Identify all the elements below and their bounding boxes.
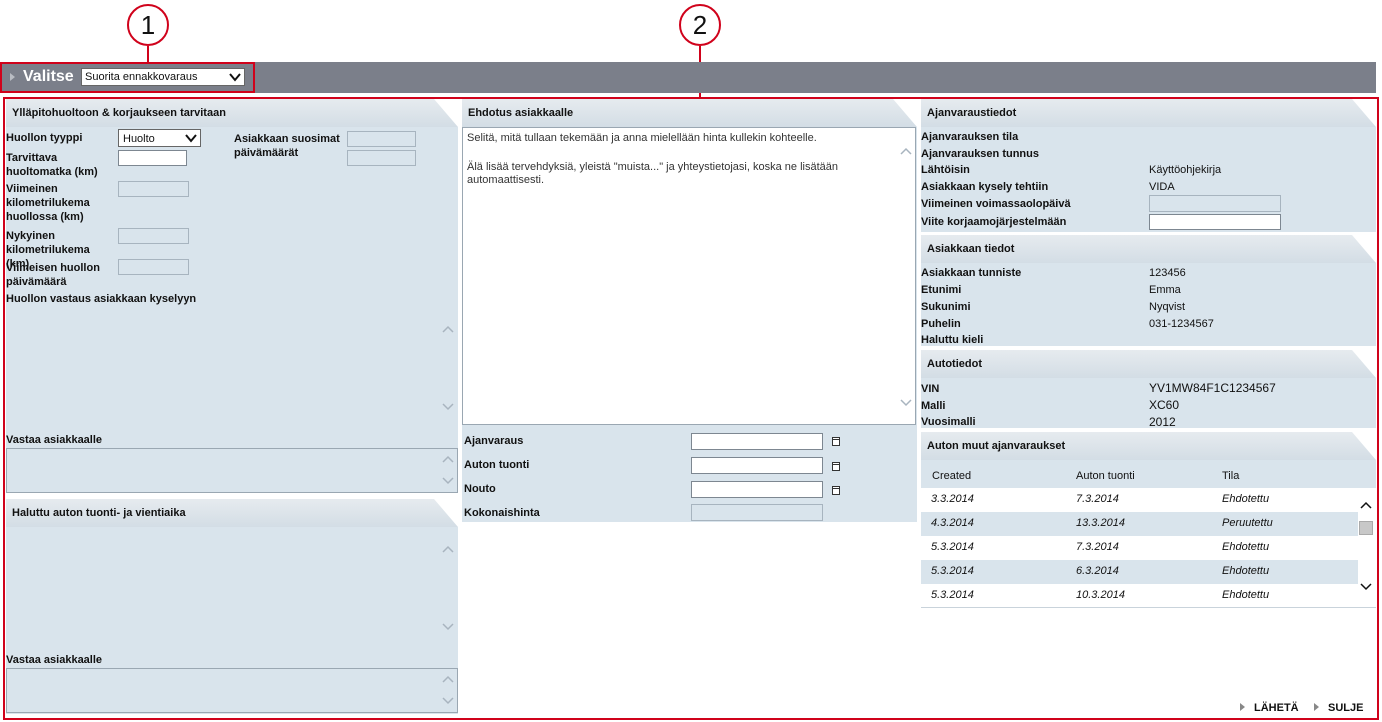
callout-1-box [0,62,255,93]
callout-1: 1 [127,4,169,46]
callout-2: 2 [679,4,721,46]
callout-2-box [3,97,1379,720]
callout-1-line [147,46,149,63]
